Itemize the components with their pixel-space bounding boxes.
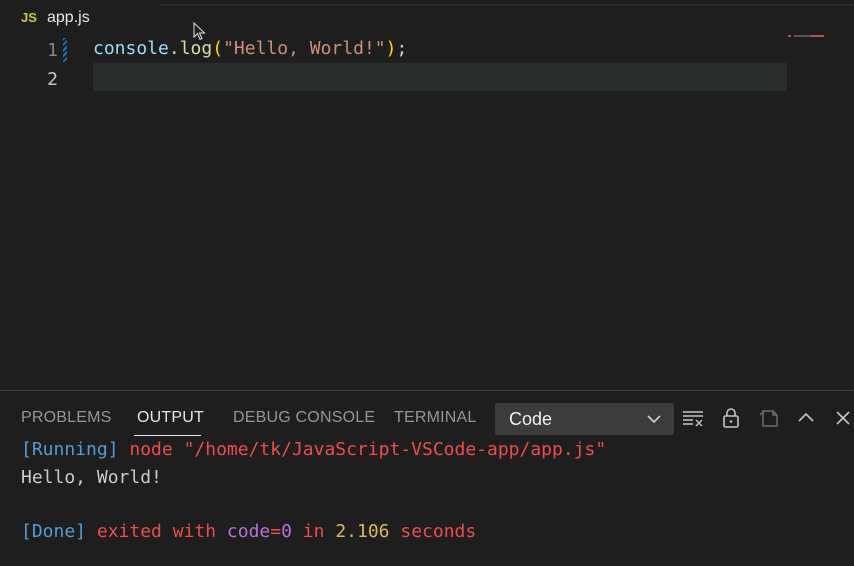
close-icon bbox=[836, 411, 850, 425]
output-channel-select[interactable]: Code bbox=[495, 403, 674, 435]
code-token-close-paren: ) bbox=[385, 38, 397, 59]
line-number: 2 bbox=[47, 69, 58, 90]
output-line-done: [Done] exited with code=0 in 2.106 secon… bbox=[21, 521, 476, 542]
clear-output-button[interactable] bbox=[680, 405, 706, 431]
line-number: 1 bbox=[47, 40, 58, 61]
editor-tab-app-js[interactable]: JS app.js bbox=[0, 0, 160, 36]
close-panel-button[interactable] bbox=[830, 405, 854, 431]
code-token-string: "Hello, World!" bbox=[223, 38, 386, 59]
code-token-dot: . bbox=[168, 38, 180, 59]
code-token-object: console bbox=[93, 38, 169, 59]
lock-icon bbox=[723, 408, 739, 428]
tab-bar-strip bbox=[160, 4, 854, 6]
output-tag-running: [Running] bbox=[21, 439, 119, 460]
code-line-1[interactable]: console.log("Hello, World!"); bbox=[93, 38, 407, 59]
output-seconds-text: seconds bbox=[389, 521, 477, 542]
output-seconds-value: 2.106 bbox=[335, 521, 390, 542]
code-token-method: log bbox=[179, 38, 213, 59]
output-exited-text: exited with bbox=[86, 521, 227, 542]
code-token-semicolon: ; bbox=[396, 38, 408, 59]
open-in-editor-button[interactable] bbox=[756, 405, 782, 431]
output-command: node "/home/tk/JavaScript-VSCode-app/app… bbox=[118, 439, 607, 460]
output-code-keyword: code bbox=[226, 521, 271, 542]
bottom-panel: PROBLEMS OUTPUT DEBUG CONSOLE TERMINAL C… bbox=[0, 390, 854, 566]
output-tag-done: [Done] bbox=[21, 521, 87, 542]
tab-output[interactable]: OUTPUT bbox=[137, 409, 204, 427]
code-token-open-paren: ( bbox=[212, 38, 224, 59]
maximize-panel-button[interactable] bbox=[793, 405, 819, 431]
modified-line-indicator bbox=[63, 38, 67, 62]
output-channel-value: Code bbox=[509, 409, 553, 429]
tab-problems[interactable]: PROBLEMS bbox=[21, 409, 112, 427]
open-editor-icon bbox=[759, 410, 778, 427]
editor-tab-bar: JS app.js bbox=[0, 0, 854, 37]
output-in-text: in bbox=[291, 521, 336, 542]
current-line-highlight bbox=[93, 63, 787, 91]
lock-scroll-button[interactable] bbox=[718, 405, 744, 431]
javascript-file-icon: JS bbox=[21, 10, 37, 25]
clear-output-icon bbox=[683, 411, 703, 427]
tab-filename: app.js bbox=[47, 9, 90, 26]
chevron-up-icon bbox=[798, 412, 814, 422]
output-equals: = bbox=[270, 521, 282, 542]
tab-terminal[interactable]: TERMINAL bbox=[394, 409, 477, 427]
tab-debug-console[interactable]: DEBUG CONSOLE bbox=[233, 409, 375, 427]
output-code-value: 0 bbox=[281, 521, 292, 542]
active-tab-underline bbox=[134, 435, 201, 436]
output-line-running: [Running] node "/home/tk/JavaScript-VSCo… bbox=[21, 439, 606, 460]
chevron-down-icon bbox=[647, 415, 661, 424]
output-line-result: Hello, World! bbox=[21, 467, 162, 488]
